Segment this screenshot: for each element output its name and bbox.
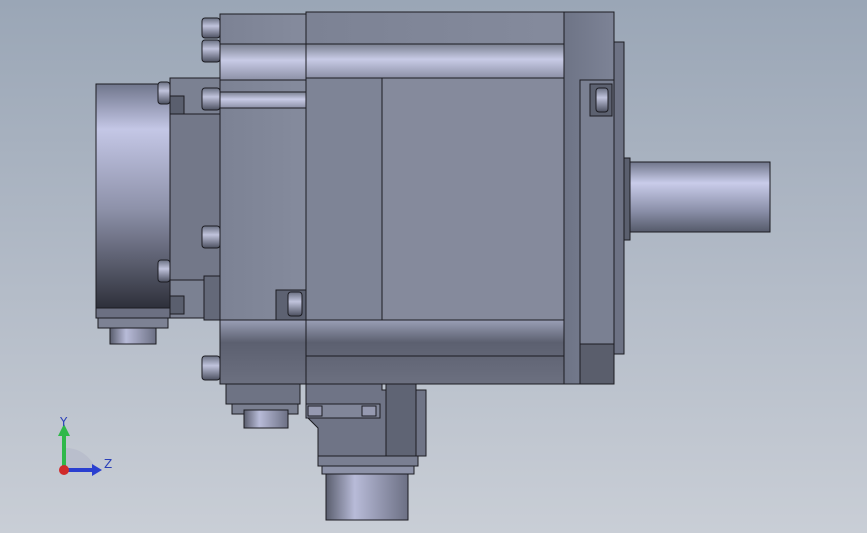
triad-arc	[64, 447, 96, 470]
z-axis-arrow	[92, 464, 102, 476]
axis-triad: Y Z	[58, 415, 112, 476]
output-shaft	[623, 157, 771, 241]
main-housing	[305, 11, 581, 385]
servo-motor-model[interactable]: Y Z	[0, 0, 867, 533]
stator-rear	[219, 13, 307, 385]
z-axis-label: Z	[104, 457, 112, 471]
encoder-cap	[95, 83, 171, 345]
front-flange	[563, 11, 625, 385]
power-connector-housing	[225, 383, 427, 521]
cad-viewport[interactable]: Y Z	[0, 0, 867, 533]
x-axis-dot	[59, 465, 69, 475]
y-axis-label: Y	[59, 415, 68, 429]
